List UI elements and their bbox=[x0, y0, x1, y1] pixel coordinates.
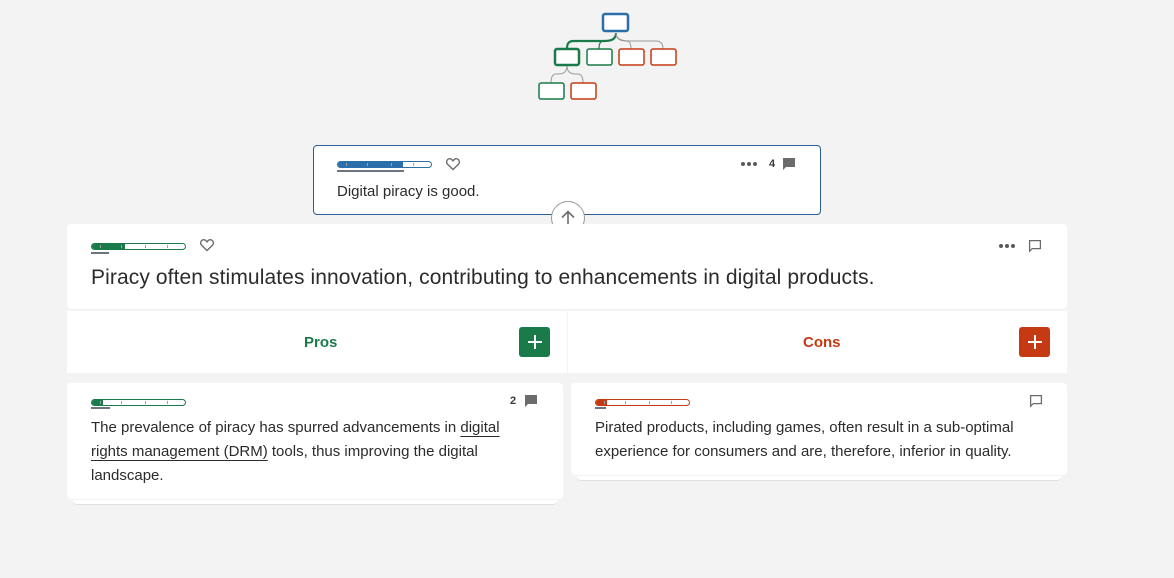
pros-title: Pros bbox=[304, 334, 338, 351]
add-con-button[interactable] bbox=[1019, 327, 1050, 357]
main-claim-card: Piracy often stimulates innovation, cont… bbox=[67, 224, 1067, 309]
con-argument-text: Pirated products, including games, often… bbox=[595, 419, 1014, 460]
comment-count: 4 bbox=[769, 158, 776, 170]
tree-node-pro bbox=[538, 82, 565, 100]
parent-score-underline bbox=[337, 170, 404, 172]
con-score-underline bbox=[595, 407, 606, 409]
pros-column-header: Pros bbox=[67, 311, 567, 373]
tree-node-con bbox=[570, 82, 597, 100]
cons-title: Cons bbox=[803, 334, 841, 351]
pro-card-stack-edge bbox=[73, 500, 557, 505]
con-card-stack-edge bbox=[577, 476, 1061, 481]
main-claim-text: Piracy often stimulates innovation, cont… bbox=[91, 266, 875, 289]
comment-icon[interactable] bbox=[1028, 239, 1042, 253]
comment-count: 2 bbox=[510, 395, 517, 407]
parent-score-bar bbox=[337, 161, 432, 168]
tree-node-current bbox=[553, 47, 581, 67]
tree-node-con bbox=[650, 48, 677, 66]
comment-icon[interactable] bbox=[1029, 394, 1043, 408]
main-score-underline bbox=[91, 252, 109, 254]
comment-icon[interactable] bbox=[524, 394, 538, 408]
more-dots-icon[interactable] bbox=[998, 243, 1016, 249]
con-argument-card[interactable]: Pirated products, including games, often… bbox=[571, 383, 1067, 475]
heart-icon[interactable] bbox=[199, 237, 215, 253]
pro-argument-card[interactable]: 2 The prevalence of piracy has spurred a… bbox=[67, 383, 563, 499]
main-score-bar bbox=[91, 243, 186, 250]
pro-text-before: The prevalence of piracy has spurred adv… bbox=[91, 419, 461, 436]
cons-column-header: Cons bbox=[568, 311, 1067, 373]
argument-tree-map[interactable] bbox=[534, 10, 684, 102]
tree-node-root bbox=[601, 12, 630, 33]
heart-icon[interactable] bbox=[445, 156, 461, 172]
add-pro-button[interactable] bbox=[519, 327, 550, 357]
pro-score-underline bbox=[91, 407, 110, 409]
more-dots-icon[interactable] bbox=[740, 161, 758, 167]
plus-icon bbox=[1027, 335, 1042, 349]
comment-icon[interactable] bbox=[782, 157, 796, 171]
tree-node-pro bbox=[586, 48, 613, 66]
tree-node-con bbox=[618, 48, 645, 66]
plus-icon bbox=[527, 335, 542, 349]
parent-claim-text: Digital piracy is good. bbox=[337, 183, 480, 200]
pro-argument-text: The prevalence of piracy has spurred adv… bbox=[91, 416, 537, 488]
con-score-bar bbox=[595, 399, 690, 406]
pro-score-bar bbox=[91, 399, 186, 406]
